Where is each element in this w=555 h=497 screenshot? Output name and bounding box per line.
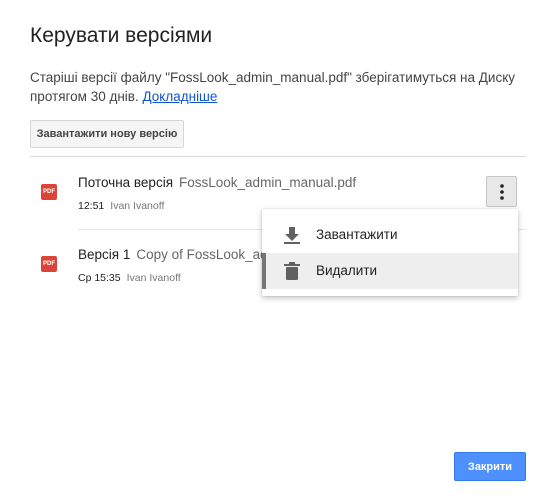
version-name: Поточна версія FossLook_admin_manual.pdf xyxy=(78,175,356,190)
more-options-button[interactable] xyxy=(486,176,517,207)
manage-versions-dialog: Керувати версіями Старіші версії файлу "… xyxy=(0,0,555,497)
more-vert-icon xyxy=(499,183,504,200)
version-meta: 12:51 Ivan Ivanoff xyxy=(78,200,164,212)
version-user: Ivan Ivanoff xyxy=(110,200,165,212)
divider xyxy=(30,156,526,157)
menu-item-label: Завантажити xyxy=(316,227,398,242)
menu-item-label: Видалити xyxy=(316,263,378,278)
version-context-menu: Завантажити Видалити xyxy=(262,209,518,296)
pdf-icon: PDF xyxy=(41,256,57,272)
version-user: Ivan Ivanoff xyxy=(126,272,181,284)
dialog-title: Керувати версіями xyxy=(30,24,213,47)
version-label: Версія 1 xyxy=(78,247,131,262)
pdf-icon: PDF xyxy=(41,184,57,200)
dialog-description: Старіші версії файлу "FossLook_admin_man… xyxy=(30,68,520,106)
version-time: Ср 15:35 xyxy=(78,272,121,284)
version-meta: Ср 15:35 Ivan Ivanoff xyxy=(78,272,181,284)
download-icon xyxy=(284,227,300,244)
upload-new-version-button[interactable]: Завантажити нову версію xyxy=(30,120,184,148)
menu-item-delete[interactable]: Видалити xyxy=(262,253,518,289)
learn-more-link[interactable]: Докладніше xyxy=(142,89,217,104)
description-text: Старіші версії файлу "FossLook_admin_man… xyxy=(30,70,516,104)
trash-icon xyxy=(284,262,300,280)
version-time: 12:51 xyxy=(78,200,105,212)
version-name: Версія 1 Copy of FossLook_adm xyxy=(78,247,279,262)
version-label: Поточна версія xyxy=(78,175,174,190)
version-file-name: FossLook_admin_manual.pdf xyxy=(179,175,357,190)
close-button[interactable]: Закрити xyxy=(454,452,526,481)
menu-item-download[interactable]: Завантажити xyxy=(262,217,518,253)
version-file-name: Copy of FossLook_adm xyxy=(136,247,279,262)
